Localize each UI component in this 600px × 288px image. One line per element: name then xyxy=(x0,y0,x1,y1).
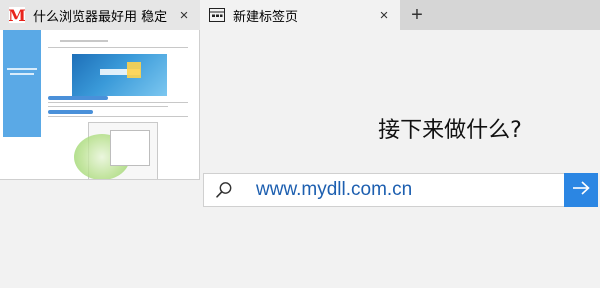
preview-blue-bar xyxy=(48,96,108,100)
page-title: 接下来做什么? xyxy=(378,118,522,143)
tab-title: 新建标签页 xyxy=(233,9,299,25)
preview-blue-bar xyxy=(48,110,93,114)
close-tab-icon[interactable]: × xyxy=(172,7,196,24)
preview-text-line xyxy=(48,102,188,103)
search-icon xyxy=(204,174,244,206)
preview-text-line xyxy=(48,116,188,117)
tab-article[interactable]: M 什么浏览器最好用 稳定 × xyxy=(0,0,200,30)
arrow-right-icon xyxy=(572,180,590,200)
search-box[interactable] xyxy=(203,173,564,207)
preview-text-line xyxy=(60,40,108,42)
preview-text-line xyxy=(48,106,168,107)
svg-text:M: M xyxy=(9,7,25,23)
preview-text-line xyxy=(48,47,188,48)
preview-sidebar xyxy=(3,30,41,137)
search-input[interactable] xyxy=(244,175,554,205)
brand-m-icon: M xyxy=(9,7,25,23)
new-tab-button[interactable]: + xyxy=(400,0,434,30)
close-tab-icon[interactable]: × xyxy=(372,7,396,24)
go-button[interactable] xyxy=(564,173,598,207)
tab-bar: M 什么浏览器最好用 稳定 × 新建标签页 × + xyxy=(0,0,600,30)
tab-preview-thumbnail[interactable] xyxy=(0,30,200,180)
tab-new-tab[interactable]: 新建标签页 × xyxy=(200,0,400,30)
tab-title: 什么浏览器最好用 稳定 xyxy=(33,9,168,25)
preview-banner-image xyxy=(72,54,167,96)
preview-menu-image xyxy=(110,130,150,166)
new-tab-page-icon xyxy=(209,7,225,23)
